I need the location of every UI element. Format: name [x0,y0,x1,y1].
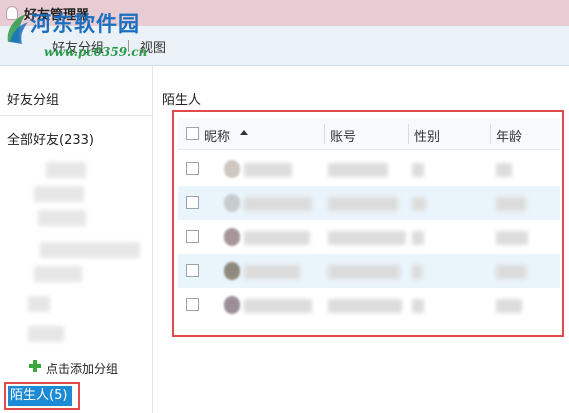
avatar [224,228,240,246]
nickname-cell [244,163,292,177]
table-row[interactable] [178,152,560,186]
column-header-age[interactable]: 年龄 [496,126,522,145]
group-sidebar: 好友分组 全部好友(233) 点击添加分组 陌生人(5) [0,66,153,413]
blurred-group-item[interactable] [40,242,140,258]
account-cell [328,299,402,313]
age-cell [496,231,528,245]
plus-icon [29,360,41,372]
blurred-group-item[interactable] [28,326,64,342]
nickname-cell [244,231,310,245]
watermark-url: www.pc0359.cn [44,45,148,59]
add-group-button[interactable]: 点击添加分组 [28,360,118,377]
gender-cell [412,299,424,313]
group-title: 陌生人 [162,93,202,108]
column-header-gender[interactable]: 性别 [414,126,440,145]
avatar [224,262,240,280]
row-checkbox[interactable] [186,196,199,209]
nickname-cell [244,197,312,211]
account-cell [328,163,388,177]
account-cell [328,265,400,279]
table-row[interactable] [178,254,560,288]
sidebar-divider [0,115,152,116]
friend-manager-window: 好友管理器 好友分组 视图 河东软件园 www.pc0359.cn 好友分组 全… [0,0,569,413]
row-checkbox[interactable] [186,298,199,311]
row-checkbox[interactable] [186,162,199,175]
gender-cell [412,231,424,245]
account-cell [328,231,406,245]
watermark-title: 河东软件园 [30,11,140,36]
nickname-cell [244,299,312,313]
column-header-account[interactable]: 账号 [330,126,356,145]
add-group-label: 点击添加分组 [46,362,119,376]
blurred-group-item[interactable] [34,186,84,202]
select-all-checkbox[interactable] [186,127,199,140]
blurred-group-item[interactable] [38,210,86,226]
sort-ascending-icon [240,130,248,135]
blurred-group-item[interactable] [28,296,50,312]
row-checkbox[interactable] [186,264,199,277]
age-cell [496,299,522,313]
age-cell [496,265,526,279]
table-header: 昵称 账号 性别 年龄 [178,118,560,150]
watermark-logo-icon [7,14,28,44]
table-row[interactable] [178,186,560,220]
avatar [224,296,240,314]
stranger-group-highlight: 陌生人(5) [4,382,80,410]
sidebar-item-strangers[interactable]: 陌生人(5) [8,386,72,406]
gender-cell [412,163,424,177]
avatar [224,160,240,178]
friend-table: 昵称 账号 性别 年龄 [172,110,564,337]
avatar [224,194,240,212]
gender-cell [412,265,422,279]
nickname-cell [244,265,300,279]
sidebar-item-all-friends[interactable]: 全部好友(233) [7,129,94,148]
age-cell [496,163,512,177]
column-separator[interactable] [408,124,409,144]
blurred-group-item[interactable] [34,266,82,282]
gender-cell [412,197,426,211]
age-cell [496,197,526,211]
column-separator[interactable] [324,124,325,144]
column-header-nickname[interactable]: 昵称 [204,126,230,145]
table-row[interactable] [178,220,560,254]
sidebar-header: 好友分组 [7,93,60,108]
column-separator[interactable] [490,124,491,144]
account-cell [328,197,398,211]
table-row[interactable] [178,288,560,322]
row-checkbox[interactable] [186,230,199,243]
blurred-group-item[interactable] [46,162,86,178]
